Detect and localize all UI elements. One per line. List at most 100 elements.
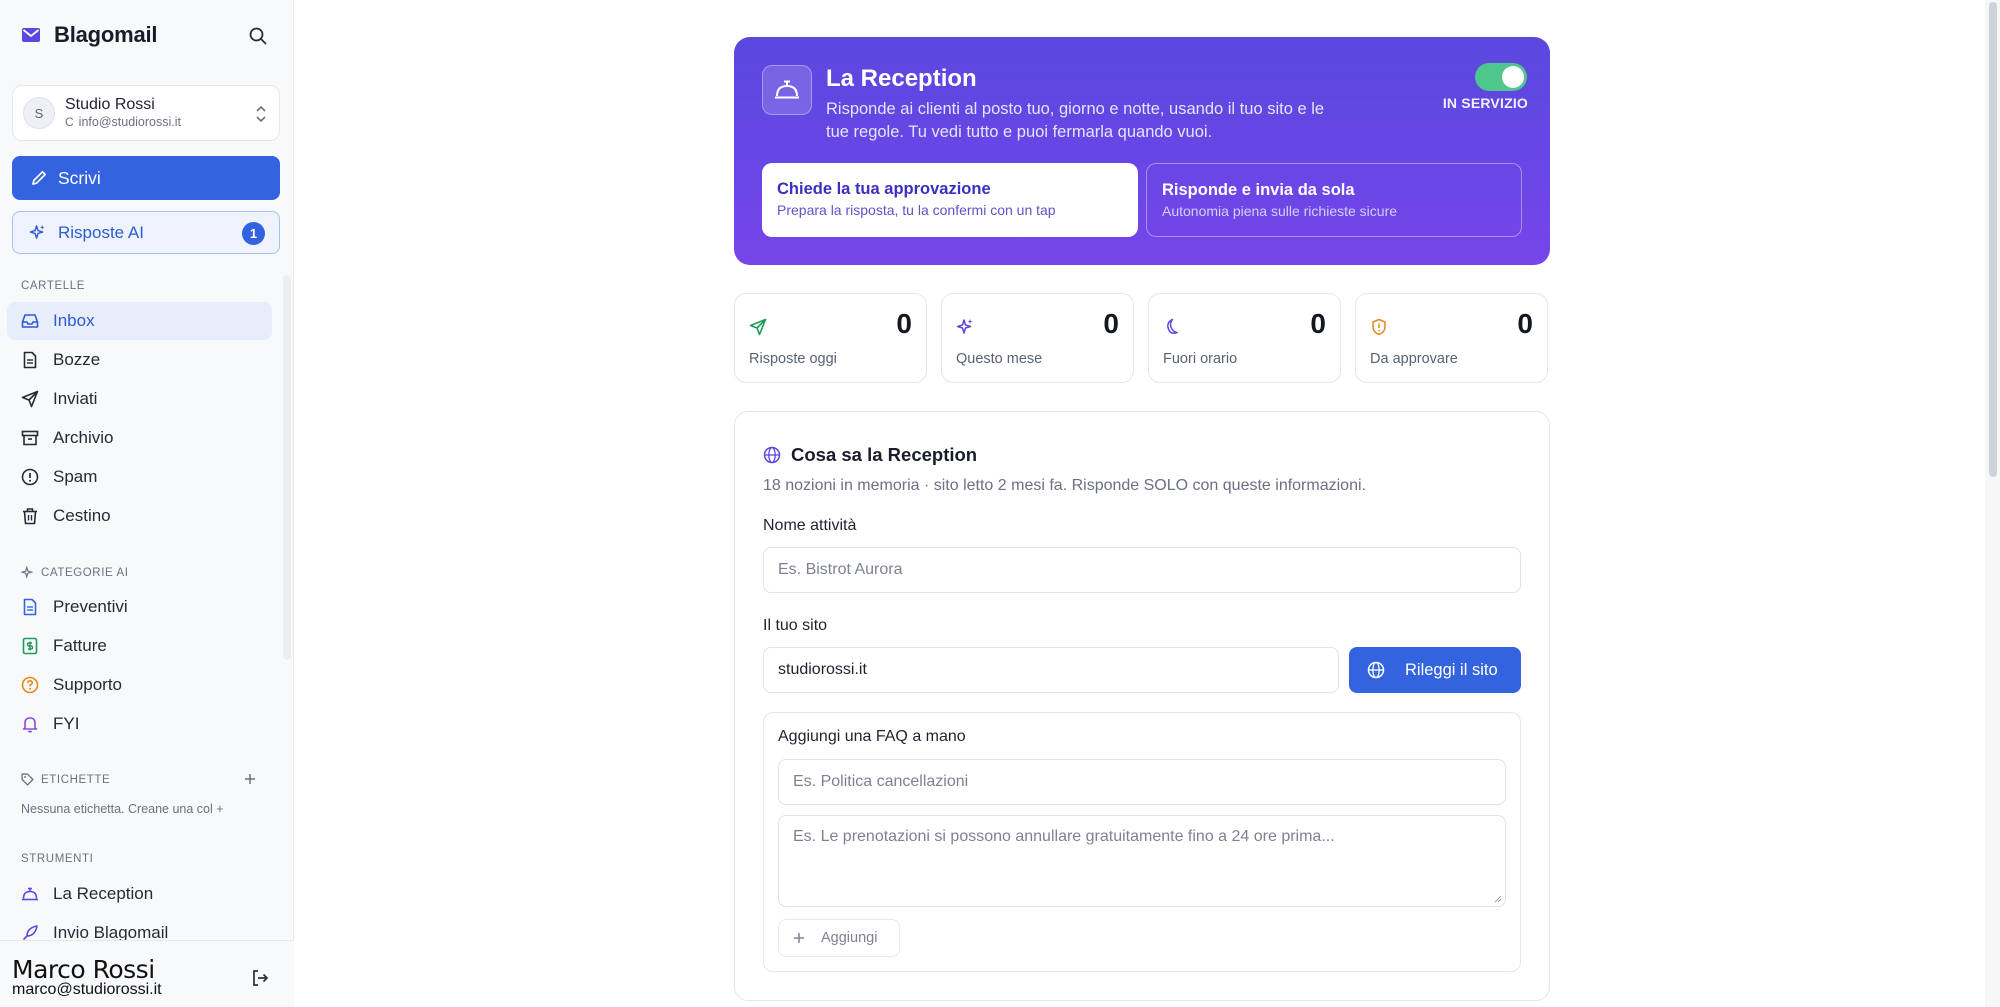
ai-replies-label: Risposte AI <box>58 222 144 242</box>
tag-icon <box>21 773 34 786</box>
section-folders-label: CARTELLE <box>21 280 86 292</box>
page-scrollbar[interactable] <box>1985 0 2000 1007</box>
faq-answer-textarea[interactable]: Es. Le prenotazioni si possono annullare… <box>778 815 1506 907</box>
mail-logo-icon <box>20 24 42 46</box>
business-name-input[interactable]: Es. Bistrot Aurora <box>763 547 1521 593</box>
sidebar-item-reception[interactable]: La Reception <box>7 875 272 913</box>
alert-circle-icon <box>21 468 39 486</box>
user-footer: Marco Rossi marco@studiorossi.it <box>0 940 294 1007</box>
sidebar-item-sent[interactable]: Inviati <box>7 380 272 418</box>
site-label: Il tuo sito <box>763 617 828 634</box>
sidebar-item-trash[interactable]: Cestino <box>7 497 272 535</box>
sidebar-item-label: Fatture <box>53 636 107 655</box>
stat-card-after-hours: 0 Fuori orario <box>1148 293 1341 383</box>
sparkles-icon <box>21 566 34 579</box>
mode-title: Risponde e invia da sola <box>1162 181 1355 199</box>
brand: Blagomail <box>20 18 158 52</box>
stat-label: Fuori orario <box>1163 351 1238 367</box>
stat-label: Risposte oggi <box>749 351 837 367</box>
bell-icon <box>22 717 38 733</box>
reception-title: La Reception <box>826 65 977 92</box>
stat-value: 0 <box>1103 308 1119 339</box>
sidebar-scrollbar[interactable] <box>283 275 291 660</box>
mode-option-autonomous[interactable]: Risponde e invia da sola Autonomia piena… <box>1146 163 1522 237</box>
knowledge-title: Cosa sa la Reception <box>791 444 978 465</box>
help-circle-icon <box>21 676 39 694</box>
concierge-bell-icon <box>762 65 812 115</box>
site-input[interactable]: studiorossi.it <box>763 647 1339 693</box>
stat-card-to-approve: 0 Da approvare <box>1355 293 1548 383</box>
account-email-line: Cinfo@studiorossi.it <box>65 114 181 131</box>
mode-option-approval[interactable]: Chiede la tua approvazione Prepara la ri… <box>762 163 1138 237</box>
send-icon <box>21 390 39 408</box>
sidebar-item-label: Preventivi <box>53 597 128 616</box>
faq-answer-placeholder: Es. Le prenotazioni si possono annullare… <box>793 828 1335 845</box>
file-icon <box>23 351 37 369</box>
resize-handle-icon[interactable] <box>1494 895 1502 903</box>
plus-icon <box>794 933 804 943</box>
app-name: Blagomail <box>54 22 158 47</box>
toggle-knob <box>1502 66 1524 88</box>
search-icon[interactable] <box>244 22 272 50</box>
faq-question-input[interactable]: Es. Politica cancellazioni <box>778 759 1506 805</box>
sidebar-item-label: Inviati <box>53 389 98 408</box>
globe-icon <box>763 446 781 464</box>
moon-icon <box>1167 318 1178 334</box>
compose-label: Scrivi <box>58 167 101 188</box>
logout-icon[interactable] <box>248 966 272 990</box>
sidebar-item-quotes[interactable]: Preventivi <box>7 588 272 626</box>
sparkles-icon <box>29 224 45 239</box>
globe-icon <box>1367 661 1385 679</box>
stat-value: 0 <box>896 308 912 339</box>
concierge-bell-icon <box>22 887 38 901</box>
sidebar: Blagomail S Studio Rossi Cinfo@studioros… <box>0 0 294 1007</box>
avatar: S <box>23 97 55 129</box>
reception-hero-card: La Reception Risponde ai clienti al post… <box>734 37 1550 265</box>
knowledge-panel: Cosa sa la Reception 18 nozioni in memor… <box>734 411 1550 1001</box>
labels-empty-text: Nessuna etichetta. Creane una col + <box>21 802 224 816</box>
account-name: Studio Rossi <box>65 96 155 113</box>
sparkles-icon <box>956 319 973 334</box>
ai-replies-badge: 1 <box>242 222 265 245</box>
section-ai-categories-label: CATEGORIE AI <box>21 566 129 579</box>
reception-toggle[interactable] <box>1475 63 1527 91</box>
add-faq-label: Aggiungi <box>821 930 878 946</box>
knowledge-subtitle: 18 nozioni in memoria · sito letto 2 mes… <box>763 477 1366 494</box>
file-text-icon <box>23 598 37 616</box>
add-label-icon[interactable] <box>240 769 260 789</box>
stat-label: Da approvare <box>1370 351 1458 367</box>
reload-site-button[interactable]: Rileggi il sito <box>1349 647 1521 693</box>
sidebar-item-support[interactable]: Supporto <box>7 666 272 704</box>
compose-button[interactable]: Scrivi <box>12 156 280 200</box>
knowledge-title-row: Cosa sa la Reception <box>763 444 977 466</box>
sidebar-item-label: Spam <box>53 467 98 486</box>
reception-description: Risponde ai clienti al posto tuo, giorno… <box>826 100 1325 141</box>
sidebar-item-label: La Reception <box>53 884 154 903</box>
mode-subtitle: Prepara la risposta, tu la confermi con … <box>777 202 1056 218</box>
sidebar-item-fyi[interactable]: FYI <box>7 705 272 743</box>
shield-alert-icon <box>1372 318 1386 336</box>
section-labels-text: ETICHETTE <box>41 773 111 786</box>
sidebar-item-inbox[interactable]: Inbox <box>7 302 272 340</box>
page-scroll-thumb[interactable] <box>1989 2 1997 477</box>
reception-status-label: IN SERVIZIO <box>1442 95 1528 111</box>
add-faq-button[interactable]: Aggiungi <box>778 919 900 957</box>
stat-card-replies-today: 0 Risposte oggi <box>734 293 927 383</box>
ai-replies-button[interactable]: Risposte AI 1 <box>12 211 280 254</box>
sidebar-item-label: Cestino <box>53 506 111 525</box>
user-name: Marco Rossi <box>12 955 155 984</box>
stat-label: Questo mese <box>956 351 1043 367</box>
sidebar-item-invoices[interactable]: Fatture <box>7 627 272 665</box>
sidebar-item-label: FYI <box>53 714 80 733</box>
faq-title: Aggiungi una FAQ a mano <box>778 728 966 745</box>
account-switcher[interactable]: S Studio Rossi Cinfo@studiorossi.it <box>12 85 280 141</box>
sidebar-item-label: Inbox <box>53 311 95 330</box>
sidebar-item-archive[interactable]: Archivio <box>7 419 272 457</box>
sidebar-item-spam[interactable]: Spam <box>7 458 272 496</box>
section-labels-label: ETICHETTE <box>21 773 110 786</box>
inbox-icon <box>21 314 39 328</box>
pencil-icon <box>32 170 47 185</box>
sidebar-item-drafts[interactable]: Bozze <box>7 341 272 379</box>
mode-title: Chiede la tua approvazione <box>777 180 991 198</box>
dollar-receipt-icon <box>22 637 38 655</box>
